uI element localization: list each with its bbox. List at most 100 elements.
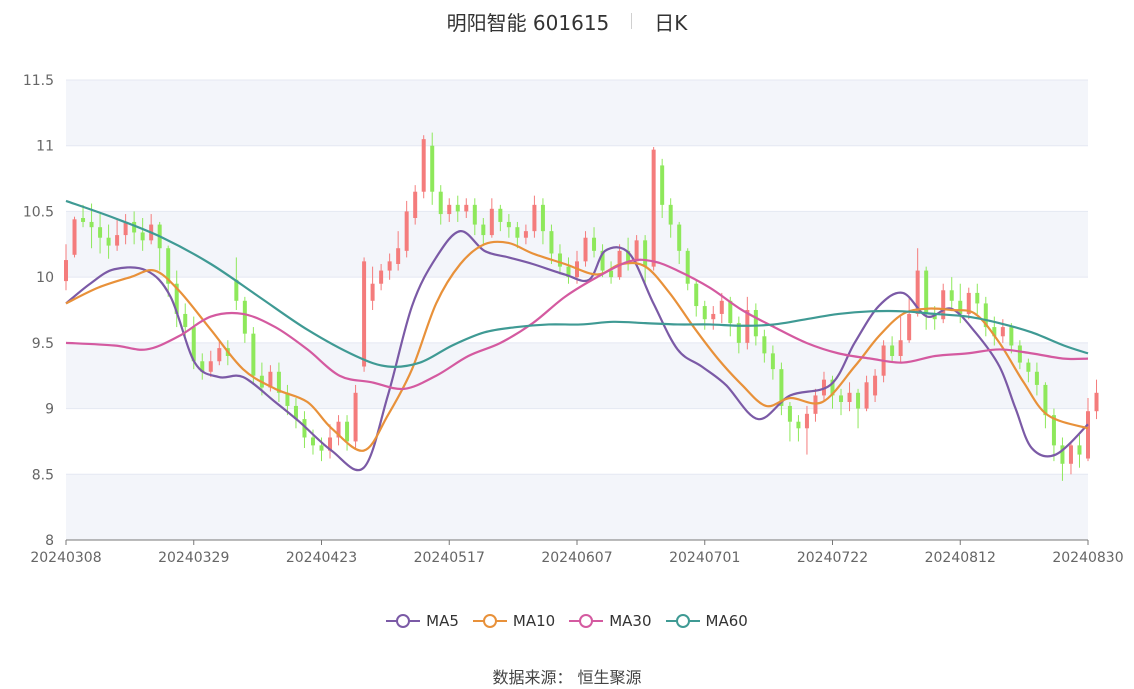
candle-body-83 xyxy=(770,353,775,370)
x-tick-label-20240812: 20240812 xyxy=(925,550,996,566)
candle-body-98 xyxy=(898,340,903,356)
candle-body-36 xyxy=(370,283,375,301)
candle-body-37 xyxy=(379,270,384,284)
x-axis: 20240308 20240329 20240423 20240517 20240607… xyxy=(30,539,1124,566)
candle-body-14 xyxy=(183,313,188,328)
candle-body-87 xyxy=(804,413,809,429)
candle-body-40 xyxy=(404,211,409,251)
band-8 xyxy=(66,474,1088,540)
legend-label-ma30: MA30 xyxy=(609,612,652,630)
y-axis: 8 8.5 9 9.5 10 10.5 11 11.5 xyxy=(23,73,54,549)
candle-body-110 xyxy=(1000,327,1005,337)
y-tick-label-11.5: 11.5 xyxy=(23,73,54,89)
candle-body-49 xyxy=(481,224,486,236)
x-tick-label-20240607: 20240607 xyxy=(541,550,612,566)
legend-label-ma10: MA10 xyxy=(512,612,556,630)
candle-body-51 xyxy=(498,208,503,222)
candle-body-5 xyxy=(106,237,111,246)
band-11 xyxy=(66,80,1088,146)
legend-item-ma5[interactable]: MA5 xyxy=(386,612,459,630)
candle-body-46 xyxy=(455,204,460,212)
candle-body-34 xyxy=(353,392,358,442)
candle-body-105 xyxy=(958,300,963,314)
candle-body-64 xyxy=(609,270,614,278)
candle-body-18 xyxy=(217,348,222,362)
candle-body-30 xyxy=(319,445,324,451)
x-tick-label-20240308: 20240308 xyxy=(30,550,101,566)
y-tick-label-11: 11 xyxy=(36,139,54,155)
candle-body-82 xyxy=(762,336,767,354)
candle-body-61 xyxy=(583,237,588,262)
candle-body-75 xyxy=(702,306,707,320)
y-tick-label-10: 10 xyxy=(36,270,54,286)
candle-body-70 xyxy=(660,165,665,205)
candle-body-62 xyxy=(592,237,597,251)
candle-body-57 xyxy=(549,231,554,254)
candle-body-111 xyxy=(1009,327,1014,346)
candle-body-22 xyxy=(251,333,256,376)
candle-body-33 xyxy=(345,421,350,442)
candle-body-42 xyxy=(421,139,426,192)
candle-body-104 xyxy=(949,290,954,301)
candle-body-112 xyxy=(1017,345,1022,363)
candle-body-71 xyxy=(668,204,673,225)
candle-body-73 xyxy=(685,250,690,284)
candle-body-48 xyxy=(472,204,477,225)
y-tick-label-8.5: 8.5 xyxy=(32,467,54,483)
candle-body-85 xyxy=(787,405,792,422)
chart-legend: MA5 MA10 MA30 MA60 xyxy=(0,612,1134,630)
candle-body-81 xyxy=(753,310,758,337)
legend-label-ma60: MA60 xyxy=(705,612,748,630)
candle-body-94 xyxy=(864,382,869,409)
candle-body-121 xyxy=(1094,392,1099,412)
x-tick-label-20240830: 20240830 xyxy=(1052,550,1123,566)
candle-body-43 xyxy=(430,145,435,192)
candle-body-0 xyxy=(64,260,68,282)
legend-item-ma10[interactable]: MA10 xyxy=(472,612,556,630)
y-tick-label-9.5: 9.5 xyxy=(32,336,54,352)
candle-body-76 xyxy=(711,313,716,320)
source-label: 数据来源： xyxy=(492,668,573,687)
x-tick-label-20240701: 20240701 xyxy=(669,550,740,566)
candle-body-118 xyxy=(1068,445,1073,464)
candle-body-114 xyxy=(1034,371,1039,385)
candle-body-68 xyxy=(643,240,648,267)
legend-ma5-marker xyxy=(386,614,421,628)
legend-ma10-marker xyxy=(472,614,507,628)
candle-body-92 xyxy=(847,392,852,402)
candle-body-72 xyxy=(677,224,682,251)
candle-body-38 xyxy=(387,261,392,271)
candle-body-107 xyxy=(975,292,980,304)
source-value: 恒生聚源 xyxy=(577,668,642,687)
candle-body-47 xyxy=(464,204,469,212)
y-tick-label-9: 9 xyxy=(45,402,54,418)
candles xyxy=(64,132,1099,481)
y-tick-label-10.5: 10.5 xyxy=(23,204,54,220)
candle-body-39 xyxy=(396,248,401,264)
legend-ma30-marker xyxy=(569,614,604,628)
candlestick-chart: 8 8.5 9 9.5 10 10.5 11 11.5 20240308 20240329 202… xyxy=(23,73,1124,566)
legend-item-ma30[interactable]: MA30 xyxy=(569,612,652,630)
y-tick-label-8: 8 xyxy=(45,533,54,549)
x-tick-label-20240517: 20240517 xyxy=(414,550,485,566)
candle-body-52 xyxy=(506,221,511,228)
candle-body-119 xyxy=(1077,445,1082,455)
candle-body-54 xyxy=(523,231,528,238)
candle-body-6 xyxy=(115,235,120,246)
x-tick-label-20240329: 20240329 xyxy=(158,550,229,566)
candle-body-113 xyxy=(1026,362,1031,372)
candle-body-91 xyxy=(839,395,844,402)
candle-body-56 xyxy=(540,204,545,232)
legend-ma60-marker xyxy=(665,614,700,628)
candle-body-44 xyxy=(438,191,443,215)
candle-body-101 xyxy=(924,270,929,314)
candle-body-53 xyxy=(515,227,520,238)
candle-body-97 xyxy=(890,345,895,356)
candle-body-55 xyxy=(532,204,537,232)
candle-body-99 xyxy=(907,313,912,341)
legend-item-ma60[interactable]: MA60 xyxy=(665,612,748,630)
candle-body-35 xyxy=(362,261,367,367)
candle-body-41 xyxy=(413,191,418,218)
candle-body-86 xyxy=(796,421,801,429)
candle-body-93 xyxy=(856,392,861,409)
